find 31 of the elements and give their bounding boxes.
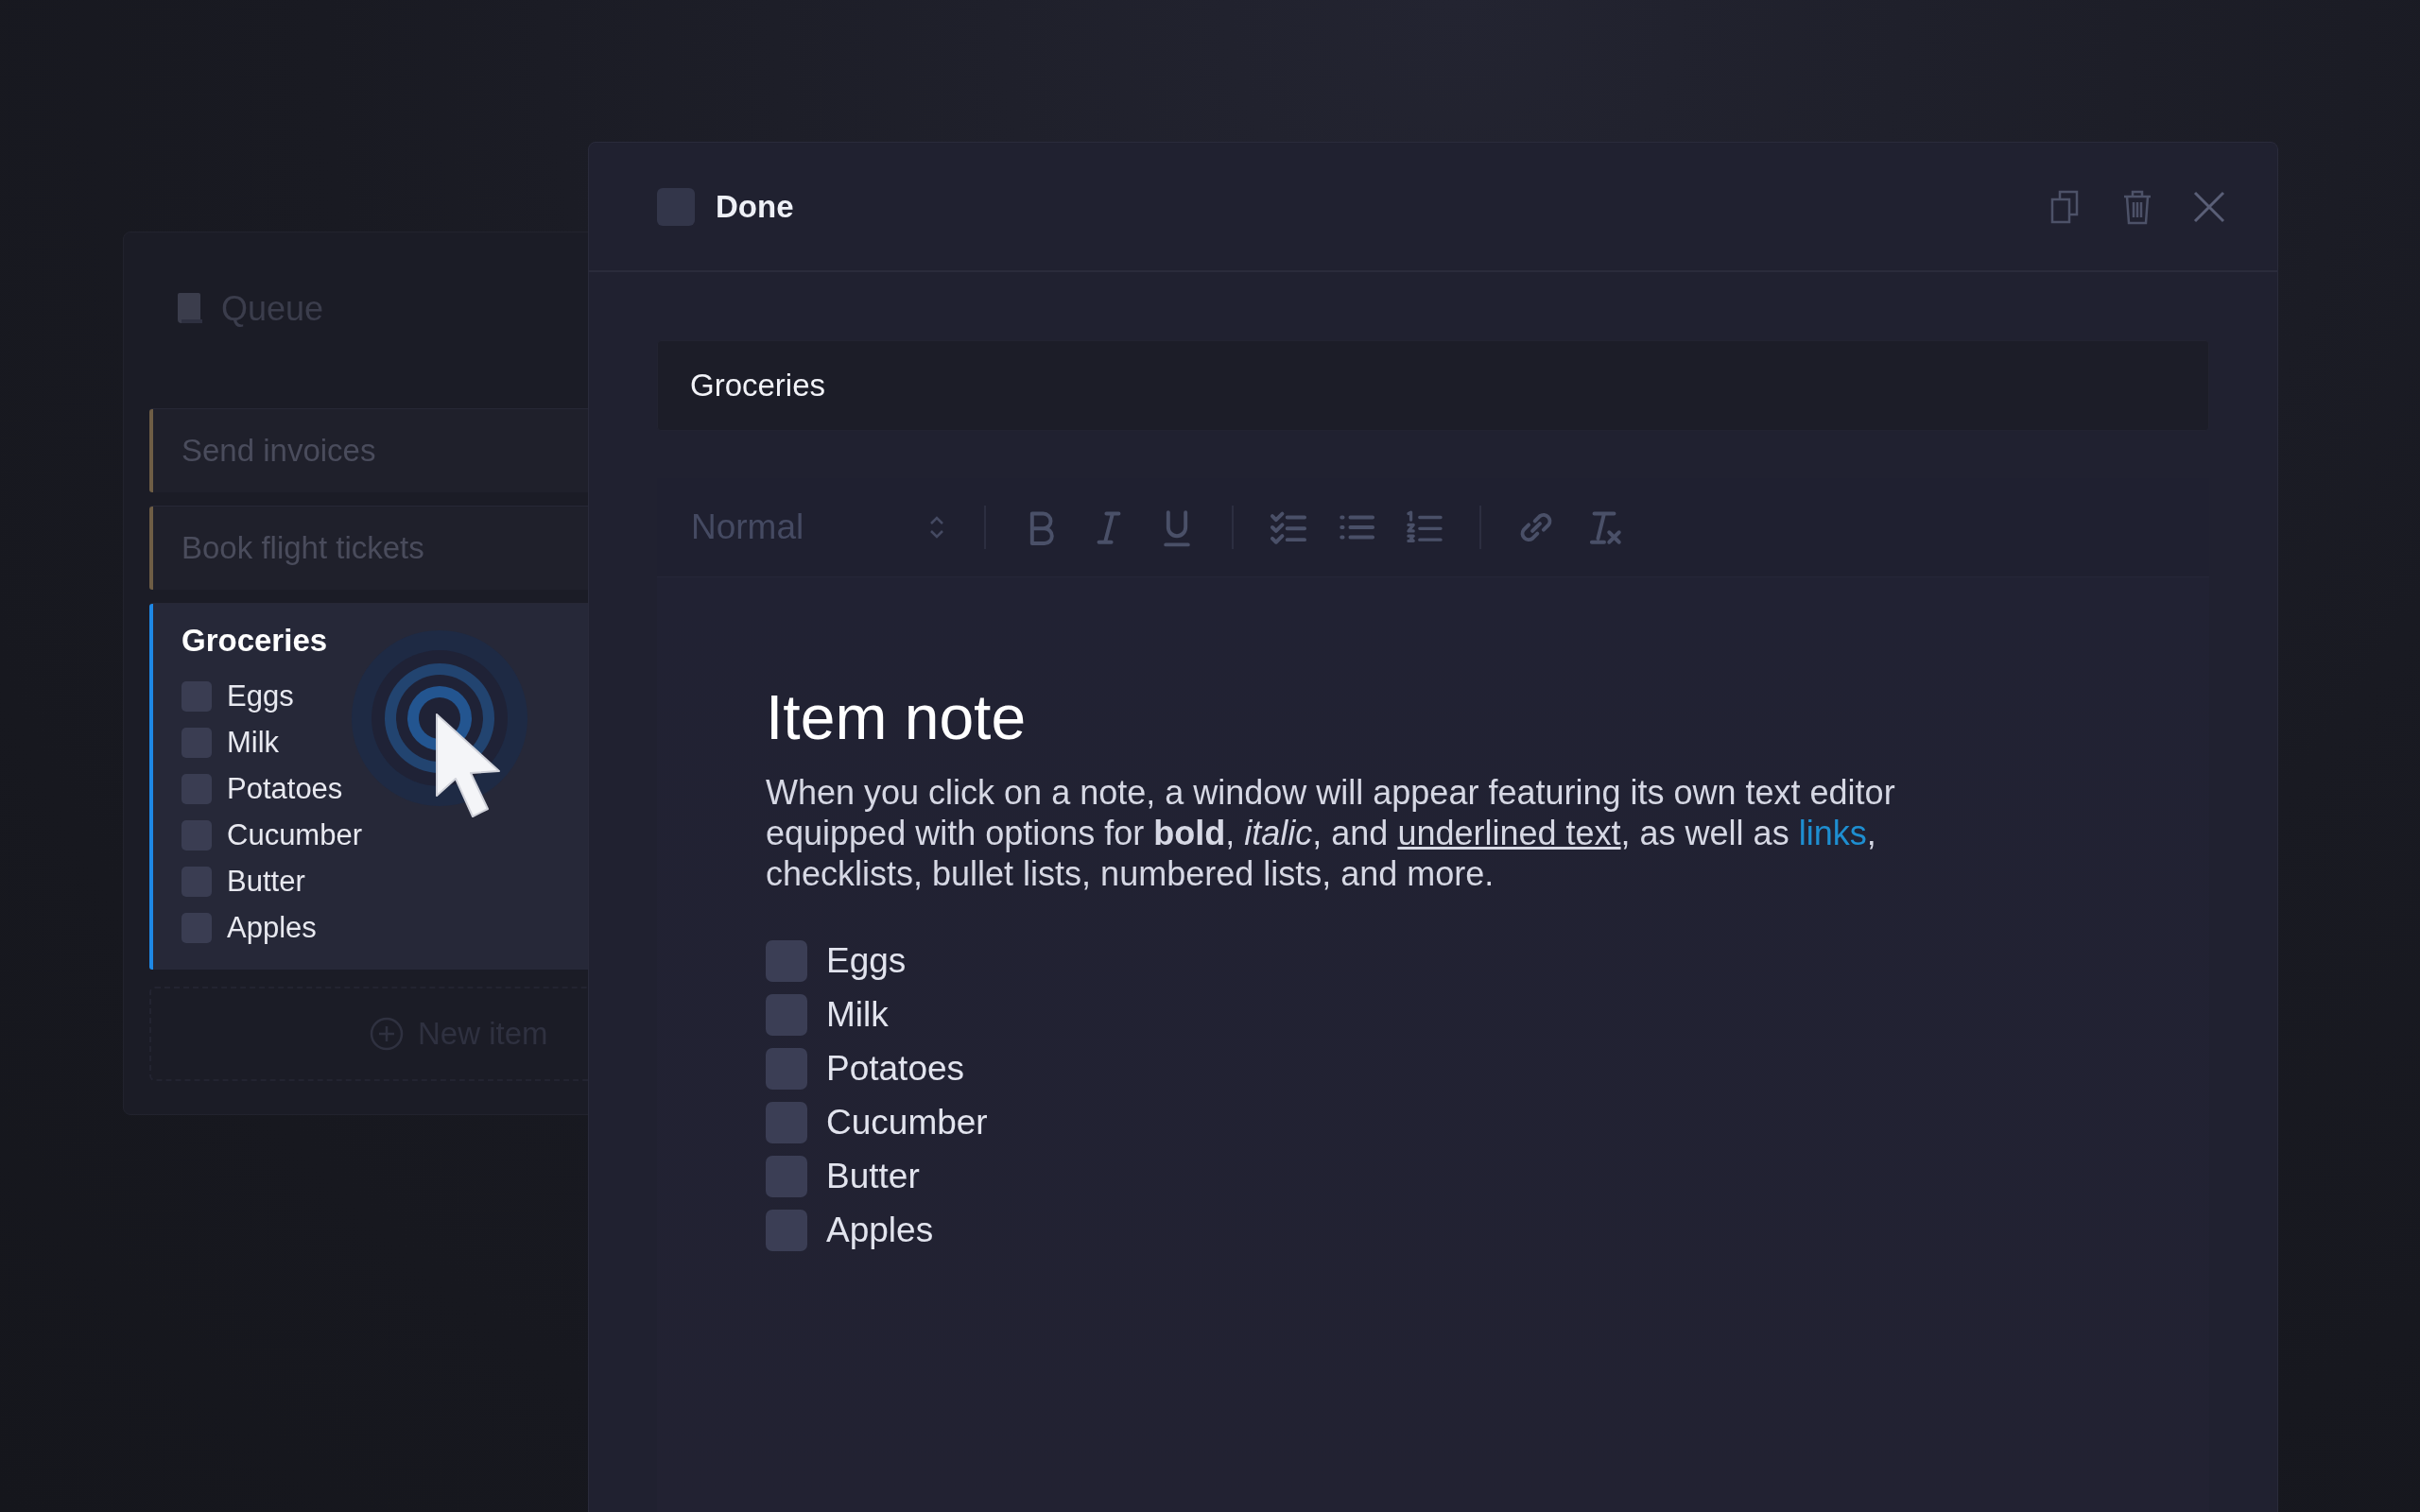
checkbox[interactable]	[766, 1209, 807, 1251]
checkbox[interactable]	[766, 1155, 807, 1197]
title-field[interactable]: Groceries	[657, 340, 2209, 431]
checkbox[interactable]	[766, 993, 807, 1036]
checklist-label: Butter	[826, 1156, 920, 1196]
checkbox[interactable]	[766, 1101, 807, 1143]
checkbox[interactable]	[182, 680, 212, 712]
checklist-label: Potatoes	[227, 771, 343, 806]
done-checkbox[interactable]: Done	[657, 187, 794, 226]
checklist-label: Eggs	[826, 940, 907, 981]
checklist-label: Milk	[227, 725, 280, 760]
checkbox[interactable]	[182, 819, 212, 850]
checklist-label: Apples	[227, 910, 317, 945]
checklist-label: Milk	[826, 994, 889, 1035]
checkbox[interactable]	[766, 939, 807, 982]
plus-circle-icon	[369, 1016, 405, 1052]
checklist-label: Cucumber	[227, 817, 362, 852]
checkbox[interactable]	[182, 912, 212, 943]
link[interactable]: links	[1798, 814, 1867, 852]
checklist-label: Eggs	[227, 679, 294, 713]
task-title: Groceries	[182, 625, 329, 656]
checklist-label: Cucumber	[826, 1102, 988, 1143]
checkbox[interactable]	[182, 866, 212, 897]
checkbox[interactable]	[182, 727, 212, 758]
checklist-label: Potatoes	[826, 1048, 965, 1089]
checkbox[interactable]	[182, 773, 212, 804]
note-paragraph: When you click on a note, a window will appear featuring its own text editor equipped with options for bold, italic, and underlined text, as well as links, checklists, bullet lists, numbered lists, and more.	[766, 772, 1896, 894]
checklist-label: Butter	[227, 864, 305, 899]
checkbox[interactable]	[766, 1047, 807, 1090]
note-heading: Item note	[766, 681, 1028, 753]
checklist-label: Apples	[826, 1210, 934, 1250]
